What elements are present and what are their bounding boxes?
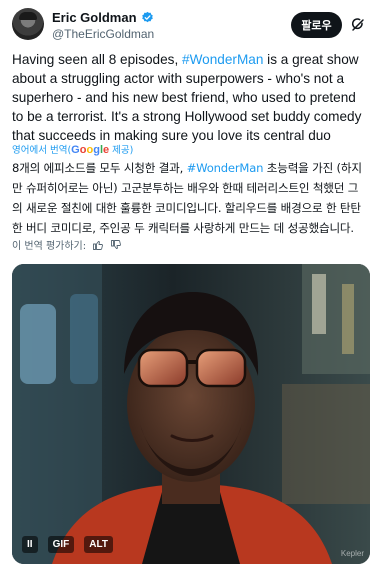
gif-badge: GIF [47,536,75,553]
follow-button[interactable]: 팔로우 [291,12,342,38]
translation-attribution: 영어에서 번역(Google 제공) [12,142,133,156]
media-controls: II GIF ALT [22,536,113,553]
author-display-name[interactable]: Eric Goldman [52,10,137,25]
thumbs-down-icon[interactable] [110,239,122,251]
rate-translation-label: 이 번역 평가하기: [12,241,87,252]
rate-translation-row: 이 번역 평가하기: [12,237,122,252]
hashtag-link[interactable]: #WonderMan [182,52,263,67]
translated-hashtag-link[interactable]: #WonderMan [187,161,264,175]
pause-button[interactable]: II [22,536,38,553]
grok-icon[interactable] [350,17,366,33]
google-logo: Google [71,144,110,156]
author-name-row[interactable]: Eric Goldman [52,10,154,25]
provided-label: 제공) [109,145,134,156]
verified-badge-icon [141,11,153,23]
tweet-text-part1: Having seen all 8 episodes, [12,52,183,67]
thumbs-up-icon[interactable] [92,239,104,251]
alt-text-button[interactable]: ALT [84,536,113,553]
author-handle[interactable]: @TheEricGoldman [52,27,154,41]
gif-frame-image [12,264,370,564]
translated-from-label: 영어에서 번역( [12,145,72,156]
media-watermark: Kepler [340,549,364,558]
tweet-text: Having seen all 8 episodes, #WonderMan i… [12,50,364,145]
tweet-header: Eric Goldman @TheEricGoldman 팔로우 [12,8,364,42]
avatar[interactable] [12,8,44,40]
translated-text: 8개의 에피소드를 모두 시청한 결과, #WonderMan 초능력을 가진 … [12,158,368,238]
media-gif[interactable]: II GIF ALT Kepler [12,264,370,564]
translated-text-part1: 8개의 에피소드를 모두 시청한 결과, [12,161,187,175]
